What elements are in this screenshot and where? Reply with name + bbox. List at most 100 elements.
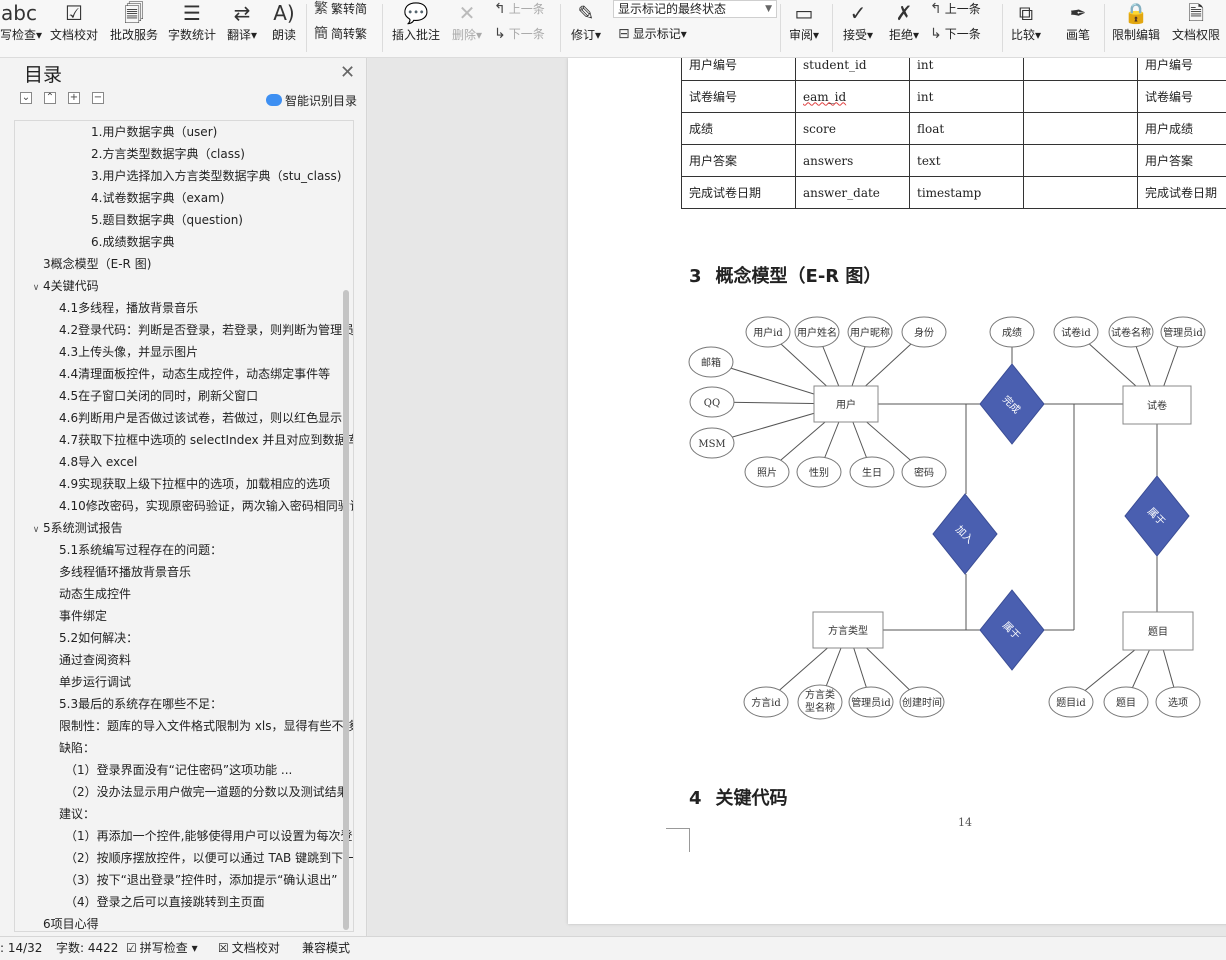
restrict-edit-button[interactable]: 🔒 限制编辑 [1108, 0, 1164, 42]
doc-proof-status[interactable]: ☒ 文档校对 [218, 937, 280, 960]
smart-toc-button[interactable]: 智能识别目录 [266, 92, 357, 109]
plus-icon[interactable]: + [68, 92, 80, 104]
trad-conv-icon: 繁 [314, 1, 328, 17]
toc-item[interactable]: （3）按下“退出登录”控件时，添加提示“确认退出” [65, 869, 353, 891]
toc-item[interactable]: 6项目心得 [43, 913, 353, 931]
toc-item[interactable]: 3.用户选择加入方言类型数据字典（stu_class) [91, 165, 353, 187]
toc-item[interactable]: 5.1系统编写过程存在的问题： [59, 539, 353, 561]
er-attribute-label: 成绩 [1002, 326, 1022, 339]
toc-item[interactable]: （2）按顺序摆放控件，以便可以通过 TAB 键跳到下一个 [65, 847, 353, 869]
toc-item[interactable]: 4.8导入 excel [59, 451, 353, 473]
toc-item[interactable]: 单步运行调试 [59, 671, 353, 693]
table-cell: 用户答案 [681, 144, 796, 177]
toc-item[interactable]: 4.1多线程，播放背景音乐 [59, 297, 353, 319]
heading-4: 4 关键代码 [689, 788, 788, 809]
ribbon-separator [382, 4, 383, 52]
ribbon-separator [832, 4, 833, 52]
doc-permission-button[interactable]: 🗎 文档权限 [1168, 0, 1224, 42]
close-icon[interactable]: ✕ [340, 62, 355, 83]
er-attribute-label: 管理员id [851, 696, 891, 709]
checkbox-icon: ☑ [126, 941, 137, 955]
toc-item[interactable]: 4.试卷数据字典（exam) [91, 187, 353, 209]
markup-state-select[interactable]: 显示标记的最终状态 ▼ [613, 0, 777, 18]
simp-conv-icon: 簡 [314, 26, 328, 42]
toc-item[interactable]: 5.2如何解决： [59, 627, 353, 649]
revise-icon: ✎ [577, 1, 595, 25]
translate-icon: ⇄ [233, 1, 251, 25]
toc-item[interactable]: 4.6判断用户是否做过该试卷，若做过，则以红色显示 [59, 407, 353, 429]
next-change-button[interactable]: ↳ 下一条 [930, 25, 981, 43]
er-attribute-label: 生日 [862, 466, 882, 479]
table-cell: answer_date [795, 176, 910, 209]
ribbon-separator [1002, 4, 1003, 52]
word-count-button[interactable]: ☰ 字数统计 [164, 0, 220, 42]
toc-item[interactable]: （4）登录之后可以直接跳转到主页面 [65, 891, 353, 913]
toc-item[interactable]: 5.题目数据字典（question) [91, 209, 353, 231]
reject-button[interactable]: ✗ 拒绝▾ [884, 0, 924, 42]
translate-button[interactable]: ⇄ 翻译▾ [222, 0, 262, 42]
chevron-down-icon[interactable]: ∨ [29, 519, 43, 539]
prev-comment-button[interactable]: ↰ 上一条 [494, 0, 545, 18]
toc-scrollbar[interactable] [343, 290, 349, 930]
insert-comment-button[interactable]: 💬 插入批注 [388, 0, 444, 42]
toc-item[interactable]: 5.3最后的系统存在哪些不足： [59, 693, 353, 715]
toc-item[interactable]: 2.方言类型数据字典（class) [91, 143, 353, 165]
toc-item[interactable]: （1）登录界面没有“记住密码”这项功能 ... [65, 759, 353, 781]
er-attribute-label: 题目 [1116, 697, 1136, 709]
toc-item[interactable]: 事件绑定 [59, 605, 353, 627]
er-attribute-label: 用户id [753, 326, 783, 339]
er-attribute-label: 照片 [757, 466, 777, 479]
er-attribute-label: 密码 [914, 466, 934, 479]
table-cell: student_id [795, 58, 910, 81]
toc-item[interactable]: 1.用户数据字典（user) [91, 121, 353, 143]
toc-item[interactable]: 多线程循环播放背景音乐 [59, 561, 353, 583]
toc-list: 1.用户数据字典（user) 2.方言类型数据字典（class) 3.用户选择加入方… [14, 120, 354, 932]
toc-item[interactable]: 建议： [59, 803, 353, 825]
table-cell: timestamp [909, 176, 1024, 209]
table-cell [1023, 58, 1138, 81]
accept-button[interactable]: ✓ 接受▾ [838, 0, 878, 42]
page-indicator[interactable]: : 14/32 [0, 937, 42, 960]
compare-button[interactable]: ⧉ 比较▾ [1006, 0, 1046, 42]
read-aloud-button[interactable]: A) 朗读 [266, 0, 302, 42]
minus-icon[interactable]: − [92, 92, 104, 104]
collapse-all-icon[interactable]: ⌄ [20, 92, 32, 104]
delete-comment-button[interactable]: ✕ 删除▾ [448, 0, 486, 42]
toc-item[interactable]: 4.5在子窗口关闭的同时，刷新父窗口 [59, 385, 353, 407]
ribbon-separator [780, 4, 781, 52]
revise-button[interactable]: ✎ 修订▾ [566, 0, 606, 42]
batch-service-button[interactable]: 🗐 批改服务 [106, 0, 162, 42]
toc-item[interactable]: 限制性：题库的导入文件格式限制为 xls，显得有些不够灵活 [59, 715, 353, 737]
trad-to-simp-button[interactable]: 繁繁转简 [314, 0, 367, 18]
toc-item[interactable]: 动态生成控件 [59, 583, 353, 605]
toc-item[interactable]: 缺陷： [59, 737, 353, 759]
toc-item[interactable]: 4.3上传头像，并显示图片 [59, 341, 353, 363]
expand-all-icon[interactable]: ⌃ [44, 92, 56, 104]
toc-item[interactable]: 4.2登录代码：判断是否登录，若登录，则判断为管理员还是用户 [59, 319, 353, 341]
show-markup-button[interactable]: ⊟ 显示标记▾ [618, 25, 687, 43]
toc-item[interactable]: ∨ 4关键代码 [29, 275, 353, 297]
word-count-status[interactable]: 字数: 4422 [56, 937, 118, 960]
doc-proof-button[interactable]: ☑ 文档校对 [46, 0, 102, 42]
toc-item[interactable]: （1）再添加一个控件,能够使得用户可以设置为每次登录 [65, 825, 353, 847]
toc-item[interactable]: 3概念模型（E-R 图) [43, 253, 353, 275]
toc-item[interactable]: ∨ 5系统测试报告 [29, 517, 353, 539]
spell-check-status[interactable]: ☑ 拼写检查 ▾ [126, 937, 198, 960]
toc-item[interactable]: 通过查阅资料 [59, 649, 353, 671]
toc-item[interactable]: 4.10修改密码，实现原密码验证，两次输入密码相同验证 [59, 495, 353, 517]
prev-change-button[interactable]: ↰ 上一条 [930, 0, 981, 18]
review-button[interactable]: ▭ 审阅▾ [784, 0, 824, 42]
next-comment-button[interactable]: ↳ 下一条 [494, 25, 545, 43]
toc-item[interactable]: 4.7获取下拉框中选项的 selectIndex 并且对应到数据库 [59, 429, 353, 451]
er-attribute-label: 方言id [751, 696, 781, 709]
wps-writer-window: abc 写检查▾ ☑ 文档校对 🗐 批改服务 ☰ 字数统计 ⇄ 翻译▾ A) 朗… [0, 0, 1226, 960]
spell-check-button[interactable]: abc 写检查▾ [0, 0, 42, 42]
toc-item[interactable]: 4.4清理面板控件，动态生成控件，动态绑定事件等 [59, 363, 353, 385]
simp-to-trad-button[interactable]: 簡简转繁 [314, 25, 367, 43]
toc-item[interactable]: 4.9实现获取上级下拉框中的选项，加载相应的选项 [59, 473, 353, 495]
er-entity-label: 题目 [1148, 626, 1168, 638]
chevron-down-icon[interactable]: ∨ [29, 277, 43, 297]
pen-button[interactable]: ✒ 画笔 [1058, 0, 1098, 42]
toc-item[interactable]: 6.成绩数据字典 [91, 231, 353, 253]
toc-item[interactable]: （2）没办法显示用户做完一道题的分数以及测试结果 [65, 781, 353, 803]
